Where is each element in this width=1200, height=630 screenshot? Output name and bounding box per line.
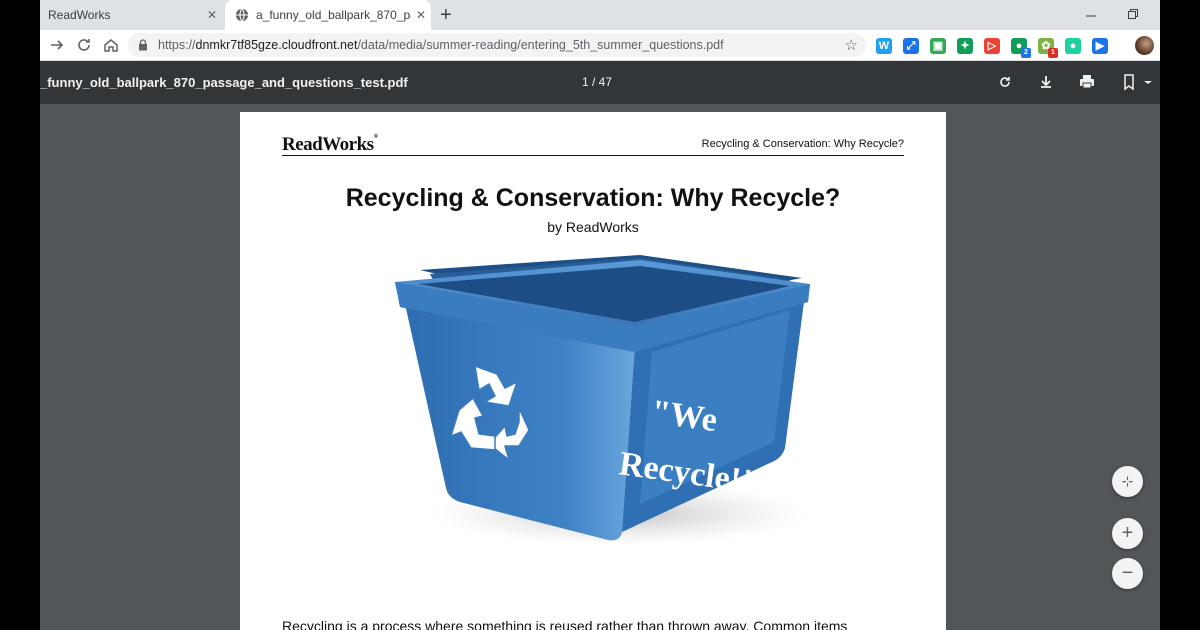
pdf-filename: _funny_old_ballpark_870_passage_and_ques…: [40, 75, 408, 90]
tab-readworks[interactable]: ReadWorks ✕: [40, 0, 222, 30]
document-byline: by ReadWorks: [547, 219, 639, 235]
extension-badge: 1: [1048, 48, 1058, 58]
globe-icon: [235, 8, 249, 22]
close-tab-icon[interactable]: ✕: [411, 8, 431, 22]
extension-icon[interactable]: ▶: [1092, 38, 1108, 54]
restore-icon[interactable]: [1127, 8, 1139, 20]
chevron-down-icon[interactable]: [1139, 73, 1157, 91]
logo-text: ReadWorks: [282, 134, 374, 155]
readworks-logo: ReadWorks®: [282, 134, 378, 156]
tab-title: a_funny_old_ballpark_870_passage_and_que…: [256, 8, 411, 22]
extension-icon[interactable]: ⤢: [903, 38, 919, 54]
lock-icon: [139, 39, 147, 51]
close-tab-icon[interactable]: ✕: [202, 8, 222, 22]
tab-strip: ReadWorks ✕ a_funny_old_ballpark_870_pas…: [40, 0, 1160, 30]
zoom-in-button[interactable]: +: [1112, 518, 1143, 549]
extension-icon[interactable]: ✿ 1: [1038, 38, 1058, 58]
pdf-toolbar: _funny_old_ballpark_870_passage_and_ques…: [40, 61, 1160, 104]
new-tab-icon[interactable]: +: [440, 4, 452, 27]
extension-icon[interactable]: ●: [1065, 38, 1081, 54]
download-icon[interactable]: [1037, 73, 1055, 91]
profile-avatar[interactable]: [1135, 36, 1154, 55]
extension-icon[interactable]: ▣: [930, 38, 946, 54]
extension-icon[interactable]: ● 2: [1011, 38, 1031, 58]
zoom-out-button[interactable]: −: [1112, 558, 1143, 589]
tab-active-pdf[interactable]: a_funny_old_ballpark_870_passage_and_que…: [225, 0, 431, 30]
print-icon[interactable]: [1078, 73, 1096, 91]
url-scheme: https://: [158, 38, 196, 52]
passage-first-line: Recycling is a process where something i…: [282, 618, 848, 630]
url-path: /data/media/summer-reading/entering_5th_…: [357, 38, 724, 52]
pdf-page: ReadWorks® Recycling & Conservation: Why…: [240, 112, 946, 630]
extension-icon[interactable]: ✦: [957, 38, 973, 54]
home-icon[interactable]: [102, 36, 120, 54]
address-bar[interactable]: https:// dnmkr7tf85gze.cloudfront.net /d…: [128, 33, 866, 57]
minimize-icon[interactable]: [1085, 10, 1097, 22]
page-indicator[interactable]: 1 / 47: [582, 75, 612, 89]
extension-badge: 2: [1021, 48, 1031, 58]
bookmark-star-icon[interactable]: ☆: [845, 36, 858, 54]
rotate-icon[interactable]: [996, 73, 1014, 91]
url-host: dnmkr7tf85gze.cloudfront.net: [195, 38, 358, 52]
forward-icon[interactable]: [48, 36, 66, 54]
browser-window: ReadWorks ✕ a_funny_old_ballpark_870_pas…: [40, 0, 1160, 630]
document-title: Recycling & Conservation: Why Recycle?: [345, 184, 841, 212]
tab-title: ReadWorks: [48, 8, 111, 22]
recycle-bin-illustration: "We Recycle!": [395, 255, 810, 546]
extension-icon[interactable]: W: [876, 38, 892, 54]
page-header-title: Recycling & Conservation: Why Recycle?: [701, 138, 904, 150]
fit-to-page-button[interactable]: ⊹: [1112, 466, 1143, 497]
bookmark-icon[interactable]: [1120, 73, 1138, 91]
logo-registered-mark: ®: [373, 134, 378, 140]
reload-icon[interactable]: [75, 36, 93, 54]
header-divider: [282, 155, 904, 156]
extension-icon[interactable]: ▷: [984, 38, 1000, 54]
browser-toolbar: https:// dnmkr7tf85gze.cloudfront.net /d…: [40, 30, 1160, 61]
